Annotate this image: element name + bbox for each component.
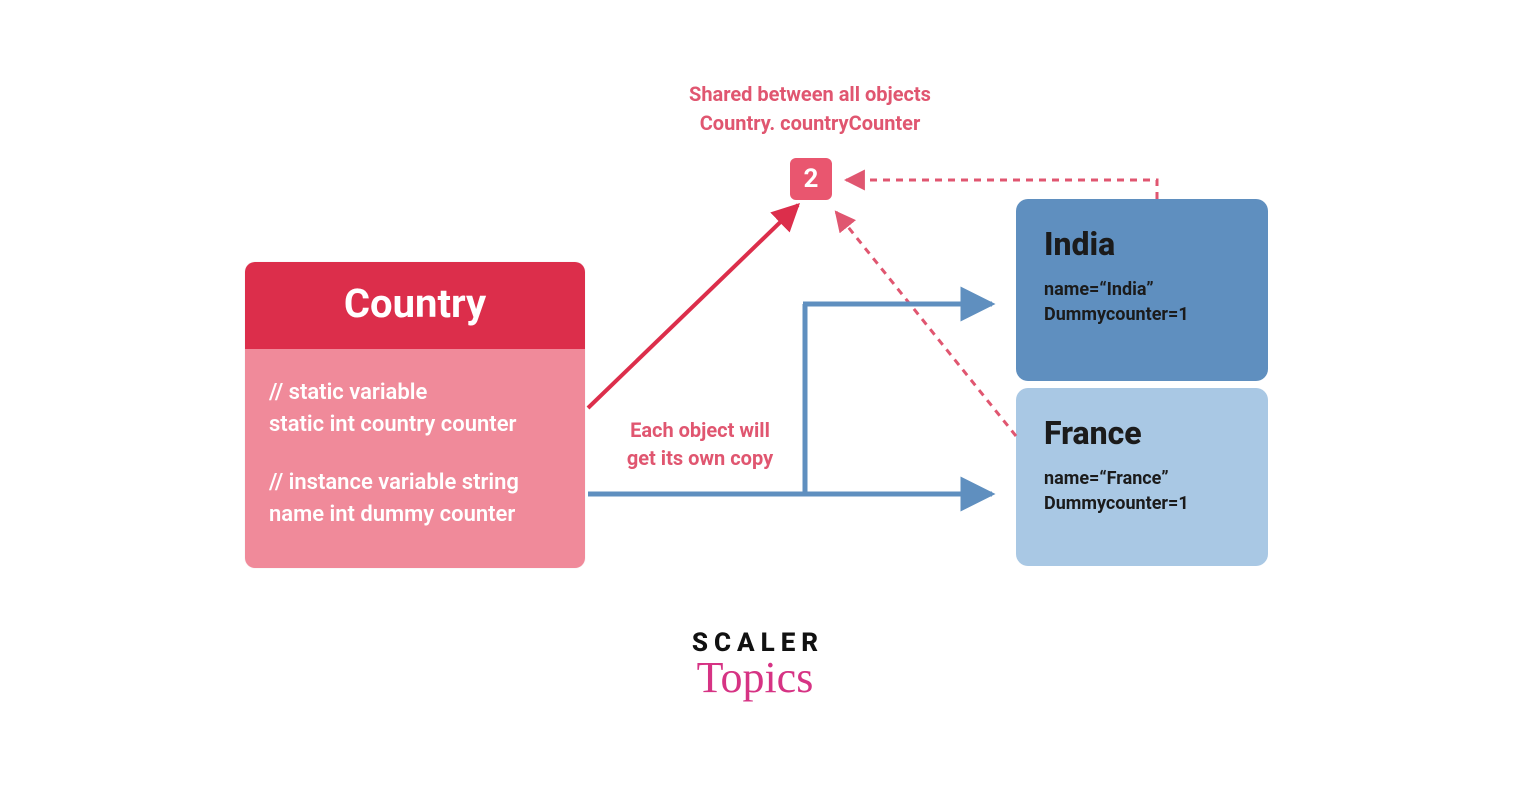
country-body-line3: // instance variable string <box>269 467 561 499</box>
each-copy-line1: Each object will <box>605 416 795 444</box>
france-name-line: name=“France” <box>1044 466 1240 491</box>
shared-line-1: Shared between all objects <box>670 80 950 109</box>
arrow-india-to-counter <box>846 180 1157 199</box>
country-body-line1: // static variable <box>269 377 561 409</box>
country-class-title: Country <box>245 262 585 349</box>
india-title: India <box>1044 225 1240 263</box>
country-counter-chip: 2 <box>790 158 832 200</box>
country-class-box: Country // static variable static int co… <box>245 262 585 568</box>
diagram-canvas: Shared between all objects Country. coun… <box>0 0 1536 811</box>
france-dummy-line: Dummycounter=1 <box>1044 491 1240 516</box>
india-dummy-line: Dummycounter=1 <box>1044 302 1240 327</box>
each-copy-line2: get its own copy <box>605 444 795 472</box>
logo-text-script: Topics <box>682 652 828 703</box>
shared-between-label: Shared between all objects Country. coun… <box>670 80 950 138</box>
each-copy-label: Each object will get its own copy <box>605 416 795 472</box>
country-body-line4: name int dummy counter <box>269 499 561 531</box>
object-box-india: India name=“India” Dummycounter=1 <box>1016 199 1268 381</box>
france-title: France <box>1044 414 1240 452</box>
country-class-body: // static variable static int country co… <box>245 349 585 568</box>
scaler-topics-logo: SCALER Topics <box>688 628 828 703</box>
country-counter-value: 2 <box>804 164 819 194</box>
object-box-france: France name=“France” Dummycounter=1 <box>1016 388 1268 566</box>
india-name-line: name=“India” <box>1044 277 1240 302</box>
country-body-line2: static int country counter <box>269 409 561 441</box>
arrow-france-to-counter <box>836 212 1016 436</box>
arrow-class-to-counter <box>588 205 798 408</box>
shared-line-2: Country. countryCounter <box>670 109 950 138</box>
